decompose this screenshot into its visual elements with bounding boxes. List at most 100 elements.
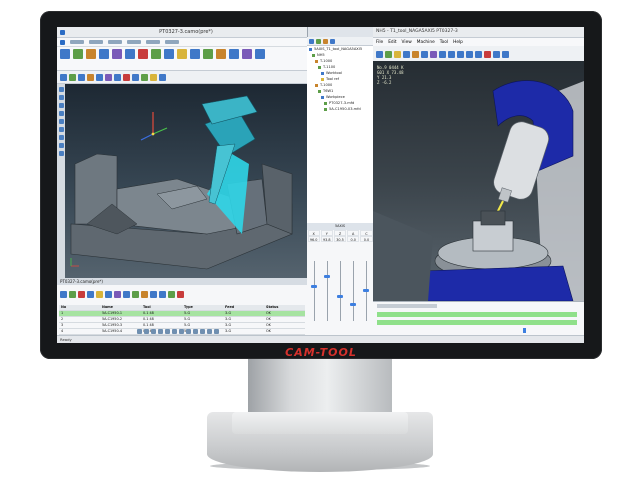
view-button[interactable] <box>69 73 76 81</box>
ribbon-button[interactable] <box>138 49 148 59</box>
bottom-tool-button[interactable] <box>137 328 142 334</box>
view-button[interactable] <box>150 73 157 81</box>
sim-tool-button[interactable] <box>412 50 419 58</box>
bottom-tool-button[interactable] <box>207 328 212 334</box>
tree-node[interactable]: 5A-C1950-03.mfd <box>307 106 373 112</box>
axis-slider-track[interactable] <box>314 261 315 321</box>
bottom-tool-button[interactable] <box>172 328 177 334</box>
menu-tab[interactable] <box>127 40 141 44</box>
sim-menu-item[interactable]: Edit <box>388 40 396 45</box>
axis-slider-track[interactable] <box>327 261 328 321</box>
view-button[interactable] <box>123 73 130 81</box>
process-tool-button[interactable] <box>60 290 67 298</box>
ribbon-button[interactable] <box>112 49 122 59</box>
ribbon-button[interactable] <box>242 49 252 59</box>
play-icon[interactable] <box>439 50 446 58</box>
ribbon-button[interactable] <box>99 49 109 59</box>
machine-simulation-view[interactable]: No.9 0444 K G01 X 73.48 Y 21.3 Z -6.2 <box>373 61 584 301</box>
process-tool-button[interactable] <box>96 290 103 298</box>
pause-icon[interactable] <box>448 50 455 58</box>
process-tool-button[interactable] <box>141 290 148 298</box>
bottom-tool-button[interactable] <box>200 328 205 334</box>
load-graph-track[interactable] <box>377 320 577 325</box>
sim-menu-item[interactable]: Machine <box>417 40 435 45</box>
tree-tool-button[interactable] <box>323 38 328 44</box>
cam-3d-viewport[interactable] <box>57 84 307 278</box>
sim-menu-item[interactable]: Help <box>453 40 463 45</box>
load-graph-track[interactable] <box>377 312 577 317</box>
ribbon-button[interactable] <box>216 49 226 59</box>
bottom-tool-button[interactable] <box>186 328 191 334</box>
sim-tool-button[interactable] <box>403 50 410 58</box>
view-button[interactable] <box>159 73 166 81</box>
ribbon-button[interactable] <box>86 49 96 59</box>
axis-slider-knob[interactable] <box>363 289 369 292</box>
process-tool-button[interactable] <box>105 290 112 298</box>
side-tool-button[interactable] <box>58 127 64 132</box>
axis-slider-knob[interactable] <box>337 295 343 298</box>
view-button[interactable] <box>105 73 112 81</box>
bottom-tool-button[interactable] <box>179 328 184 334</box>
sim-tool-button[interactable] <box>502 50 509 58</box>
file-menu-icon[interactable] <box>60 39 65 45</box>
bottom-tool-button[interactable] <box>158 328 163 334</box>
process-tool-button[interactable] <box>123 290 130 298</box>
ribbon-button[interactable] <box>229 49 239 59</box>
stop-icon[interactable] <box>484 50 491 58</box>
sim-menu-item[interactable]: View <box>402 40 412 45</box>
axis-slider-knob[interactable] <box>324 275 330 278</box>
ribbon-button[interactable] <box>60 49 70 59</box>
menu-tab[interactable] <box>165 40 179 44</box>
side-tool-button[interactable] <box>58 111 64 116</box>
bottom-tool-button[interactable] <box>214 328 219 334</box>
axis-slider-track[interactable] <box>353 261 354 321</box>
side-tool-button[interactable] <box>58 119 64 124</box>
side-tool-button[interactable] <box>58 135 64 140</box>
ribbon-button[interactable] <box>203 49 213 59</box>
side-tool-button[interactable] <box>58 103 64 108</box>
process-tool-button[interactable] <box>177 290 184 298</box>
view-button[interactable] <box>87 73 94 81</box>
timeline-cursor[interactable] <box>523 328 526 333</box>
ribbon-button[interactable] <box>177 49 187 59</box>
ribbon-button[interactable] <box>125 49 135 59</box>
tree-tool-button[interactable] <box>309 38 314 44</box>
view-button[interactable] <box>141 73 148 81</box>
ribbon-button[interactable] <box>164 49 174 59</box>
view-button[interactable] <box>96 73 103 81</box>
process-tool-button[interactable] <box>159 290 166 298</box>
bottom-tool-button[interactable] <box>193 328 198 334</box>
side-tool-button[interactable] <box>58 143 64 148</box>
step-icon[interactable] <box>457 50 464 58</box>
rewind-icon[interactable] <box>466 50 473 58</box>
axis-slider-knob[interactable] <box>350 303 356 306</box>
sim-menu-item[interactable]: File <box>376 40 383 45</box>
process-tool-button[interactable] <box>87 290 94 298</box>
bottom-tool-button[interactable] <box>165 328 170 334</box>
ribbon-button[interactable] <box>73 49 83 59</box>
ribbon-button[interactable] <box>151 49 161 59</box>
sim-tool-button[interactable] <box>421 50 428 58</box>
process-tool-button[interactable] <box>78 290 85 298</box>
view-button[interactable] <box>114 73 121 81</box>
process-tool-button[interactable] <box>168 290 175 298</box>
sim-tool-button[interactable] <box>394 50 401 58</box>
sim-tool-button[interactable] <box>385 50 392 58</box>
forward-icon[interactable] <box>475 50 482 58</box>
bottom-tool-button[interactable] <box>144 328 149 334</box>
process-tool-button[interactable] <box>132 290 139 298</box>
process-tool-button[interactable] <box>150 290 157 298</box>
side-tool-button[interactable] <box>58 87 64 92</box>
sim-tool-button[interactable] <box>493 50 500 58</box>
axis-slider-knob[interactable] <box>311 285 317 288</box>
menu-tab[interactable] <box>108 40 122 44</box>
menu-tab[interactable] <box>146 40 160 44</box>
sim-tool-button[interactable] <box>376 50 383 58</box>
side-tool-button[interactable] <box>58 95 64 100</box>
view-button[interactable] <box>78 73 85 81</box>
view-button[interactable] <box>60 73 67 81</box>
tree-tool-button[interactable] <box>330 38 335 44</box>
ribbon-button[interactable] <box>255 49 265 59</box>
axis-slider-track[interactable] <box>340 261 341 321</box>
tree-tool-button[interactable] <box>316 38 321 44</box>
